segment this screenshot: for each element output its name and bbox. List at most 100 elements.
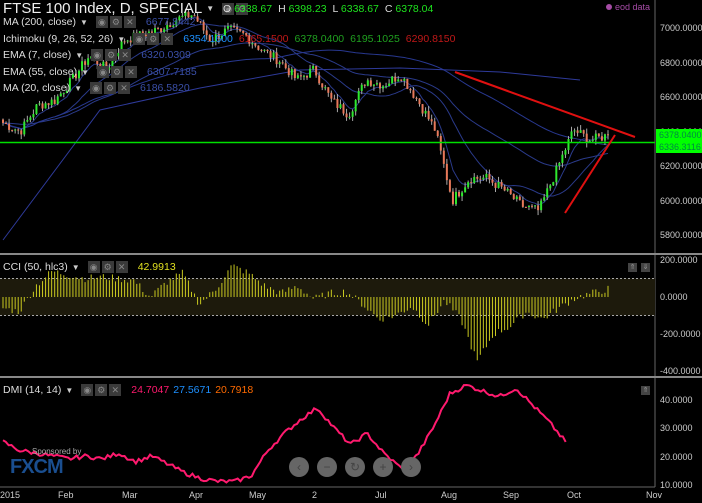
x-axis-label: Oct	[567, 490, 582, 500]
candle-body	[585, 133, 588, 143]
price-axis-label: 6600.0000	[660, 92, 702, 102]
gear-icon[interactable]: ⚙	[95, 384, 108, 396]
candle-body	[32, 114, 35, 118]
dmi-legend[interactable]: DMI (14, 14) ▼ ◉ ⚙ ✕ 24.7047 27.5671 20.7918	[3, 384, 253, 396]
candle-body	[579, 130, 582, 133]
close-icon[interactable]: ✕	[118, 82, 131, 94]
zoom-in-button[interactable]: +	[373, 457, 393, 477]
close-icon[interactable]: ✕	[123, 16, 136, 28]
candle-body	[287, 68, 290, 76]
candle-body	[512, 194, 515, 200]
x-axis-label: Aug	[441, 490, 458, 500]
close-icon[interactable]: ✕	[119, 49, 132, 61]
indicator-value: 6165.1500	[238, 33, 289, 45]
candle-body	[8, 123, 11, 130]
indicator-label: EMA (55, close)	[3, 66, 78, 78]
candle-body	[266, 49, 269, 52]
reset-button[interactable]: ↻	[345, 457, 365, 477]
chart-title[interactable]: FTSE 100 Index, D, SPECIAL ▼ ◉ ⚙	[3, 0, 249, 17]
candle-body	[607, 134, 609, 136]
visibility-icon[interactable]: ◉	[133, 33, 146, 45]
visibility-icon[interactable]: ◉	[81, 384, 94, 396]
dmi-line	[2, 383, 567, 484]
x-axis-label: Apr	[189, 490, 204, 500]
scroll-left-button[interactable]: ‹	[289, 457, 309, 477]
zoom-out-button[interactable]: −	[317, 457, 337, 477]
x-axis-label: Jul	[375, 490, 387, 500]
candle-body	[312, 65, 315, 69]
candle-body	[366, 80, 369, 86]
visibility-icon[interactable]: ◉	[87, 261, 100, 273]
visibility-icon[interactable]: ◉	[91, 49, 104, 61]
candle-body	[263, 49, 266, 51]
candle-body	[506, 188, 509, 191]
visibility-icon[interactable]: ◉	[90, 82, 103, 94]
candle-body	[509, 188, 512, 195]
close-icon[interactable]: ✕	[161, 33, 174, 45]
visibility-icon[interactable]: ◉	[95, 16, 108, 28]
candle-body	[497, 182, 500, 188]
candle-body	[342, 104, 345, 114]
dmi-plus-value: 24.7047	[131, 384, 170, 396]
candle-body	[293, 69, 296, 79]
candle-body	[524, 206, 527, 208]
candle-body	[281, 62, 284, 64]
candle-body	[467, 182, 470, 188]
indicator-legend[interactable]: MA (20, close) ▼ ◉ ⚙ ✕ 6186.5820	[3, 82, 190, 94]
pane-up-icon[interactable]: ⇑	[628, 263, 637, 272]
indicator-label: MA (200, close)	[3, 16, 76, 28]
candle-body	[558, 162, 561, 166]
candle-body	[296, 75, 299, 79]
indicator-legend[interactable]: EMA (7, close) ▼ ◉ ⚙ ✕ 6320.0309	[3, 49, 191, 61]
dmi-axis-label: 30.0000	[660, 423, 693, 434]
gear-icon[interactable]: ⚙	[111, 66, 124, 78]
candle-body	[482, 177, 485, 180]
gear-icon[interactable]: ⚙	[147, 33, 160, 45]
candle-body	[500, 182, 503, 187]
candle-body	[448, 180, 451, 192]
close-icon[interactable]: ✕	[115, 261, 128, 273]
candle-body	[11, 129, 14, 131]
close-icon[interactable]: ✕	[125, 66, 138, 78]
indicator-value: 6677.8442	[145, 16, 196, 28]
candle-body	[29, 117, 32, 121]
candle-body	[430, 119, 433, 122]
price-axis-label: 6200.0000	[660, 161, 702, 171]
indicator-legend[interactable]: EMA (55, close) ▼ ◉ ⚙ ✕ 6307.7185	[3, 66, 197, 78]
candle-body	[491, 179, 494, 183]
candle-body	[415, 97, 418, 99]
chevron-down-icon: ▼	[75, 50, 84, 60]
candle-body	[403, 78, 406, 81]
x-axis-label: Sep	[503, 490, 520, 500]
candle-body	[400, 79, 403, 81]
candle-body	[382, 86, 385, 89]
visibility-icon[interactable]: ◉	[97, 66, 110, 78]
pane-down-icon[interactable]: ⇓	[641, 263, 650, 272]
dmi-axis-label: 10.0000	[660, 479, 693, 490]
close-icon[interactable]: ✕	[109, 384, 122, 396]
indicator-legend[interactable]: MA (200, close) ▼ ◉ ⚙ ✕ 6677.8442	[3, 16, 196, 28]
cci-legend[interactable]: CCI (50, hlc3) ▼ ◉ ⚙ ✕ 42.9913	[3, 261, 176, 273]
candle-body	[199, 21, 202, 23]
candle-body	[327, 87, 330, 93]
fxcm-logo[interactable]: Sponsored by FXCM	[10, 447, 81, 479]
chevron-down-icon: ▼	[81, 67, 90, 77]
candle-body	[394, 76, 397, 82]
indicator-legend[interactable]: Ichimoku (9, 26, 52, 26) ▼ ◉ ⚙ ✕ 6354.1600 616…	[3, 33, 455, 45]
candle-body	[555, 165, 558, 183]
candle-body	[397, 79, 400, 82]
candle-body	[339, 104, 342, 109]
candle-body	[603, 134, 606, 141]
gear-icon[interactable]: ⚙	[105, 49, 118, 61]
scroll-right-button[interactable]: ›	[401, 457, 421, 477]
candle-body	[412, 90, 415, 98]
gear-icon[interactable]: ⚙	[101, 261, 114, 273]
candle-body	[5, 122, 8, 124]
candle-body	[20, 130, 23, 135]
gear-icon[interactable]: ⚙	[104, 82, 117, 94]
candle-body	[503, 186, 506, 191]
pane-up-icon[interactable]: ⇑	[641, 386, 650, 395]
gear-icon[interactable]: ⚙	[109, 16, 122, 28]
candle-body	[269, 51, 272, 58]
price-axis-label: 7000.0000	[660, 23, 702, 33]
